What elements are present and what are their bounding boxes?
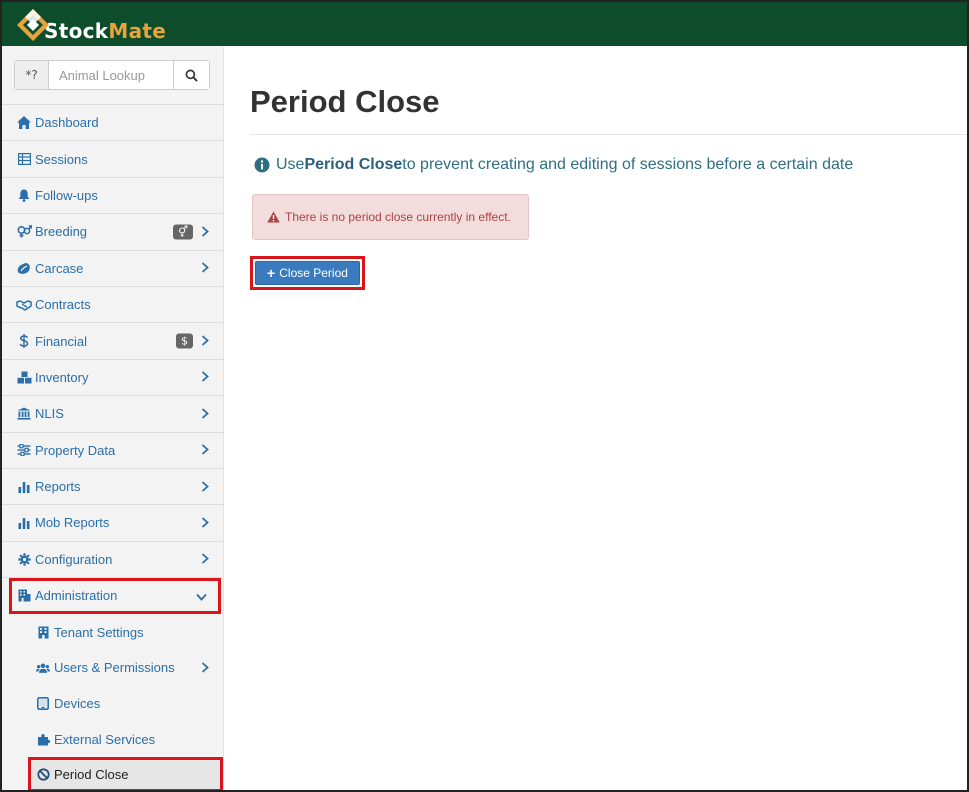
sidebar-item-label: Dashboard: [35, 115, 99, 131]
info-icon: [254, 157, 270, 173]
chevron-right-icon: [201, 660, 209, 676]
home-icon: [16, 116, 32, 130]
sidebar-item-external-services[interactable]: External Services: [2, 721, 223, 757]
bar-chart-icon: [16, 480, 32, 494]
animal-lookup-input[interactable]: [49, 61, 173, 89]
sidebar-item-financial[interactable]: Financial $: [2, 323, 223, 360]
sub-item-label: Period Close: [54, 767, 129, 783]
sidebar-item-label: Configuration: [35, 551, 113, 567]
chevron-right-icon: [201, 333, 209, 349]
sidebar-item-label: Follow-ups: [35, 187, 98, 203]
sidebar-item-label: Property Data: [35, 442, 116, 458]
sub-item-label: Users & Permissions: [54, 660, 175, 676]
users-icon: [36, 661, 50, 675]
financial-badge: $: [176, 333, 193, 349]
sidebar-item-devices[interactable]: Devices: [2, 686, 223, 722]
close-period-button[interactable]: + Close Period: [255, 261, 360, 285]
chevron-right-icon: [201, 224, 209, 240]
breeding-badge: ⚥: [173, 224, 193, 240]
sidebar-item-follow-ups[interactable]: Follow-ups: [2, 178, 223, 215]
page-title: Period Close: [250, 84, 440, 119]
animal-lookup: *?: [14, 60, 210, 90]
top-bar: StockMate: [2, 2, 967, 46]
logo-text: StockMate: [44, 19, 167, 43]
sidebar-item-users-permissions[interactable]: Users & Permissions: [2, 650, 223, 686]
carcase-icon: [16, 261, 32, 275]
bank-icon: [16, 407, 32, 421]
sidebar-item-label: Mob Reports: [35, 515, 110, 531]
close-period-highlight: + Close Period: [250, 256, 365, 290]
sidebar-item-label: Contracts: [35, 297, 91, 313]
sidebar-item-carcase[interactable]: Carcase: [2, 251, 223, 287]
sidebar-item-dashboard[interactable]: Dashboard: [2, 105, 223, 142]
info-bold: Period Close: [304, 156, 403, 173]
tablet-icon: [36, 696, 50, 710]
handshake-icon: [16, 298, 32, 312]
boxes-icon: [16, 370, 32, 384]
sidebar-item-property-data[interactable]: Property Data: [2, 433, 223, 469]
dollar-icon: [16, 334, 32, 349]
gear-icon: [16, 552, 32, 566]
chevron-right-icon: [201, 515, 209, 531]
sidebar-item-period-close[interactable]: Period Close: [28, 756, 223, 790]
sidebar-item-configuration[interactable]: Configuration: [2, 542, 223, 579]
building-icon: [16, 589, 32, 603]
sub-item-label: Tenant Settings: [54, 624, 144, 640]
logo-mark-icon: [17, 9, 49, 41]
sidebar-item-label: Reports: [35, 479, 81, 495]
sidebar-item-label: Sessions: [35, 151, 88, 167]
info-suffix: to prevent creating and editing of sessi…: [402, 156, 854, 173]
chevron-right-icon: [201, 551, 209, 567]
chevron-right-icon: [201, 260, 209, 276]
plus-icon: +: [267, 265, 276, 281]
sidebar-item-breeding[interactable]: Breeding ⚥: [2, 214, 223, 251]
sidebar-item-inventory[interactable]: Inventory: [2, 360, 223, 397]
chevron-right-icon: [201, 442, 209, 458]
search-button[interactable]: [173, 61, 209, 89]
info-prefix: Use: [276, 156, 305, 173]
sidebar-item-label: Carcase: [35, 260, 84, 276]
sidebar-item-reports[interactable]: Reports: [2, 469, 223, 506]
breeding-icon: [16, 225, 32, 239]
sidebar-item-nlis[interactable]: NLIS: [2, 396, 223, 433]
sidebar-item-sessions[interactable]: Sessions: [2, 141, 223, 178]
title-divider: [250, 134, 967, 135]
logo[interactable]: StockMate: [16, 4, 166, 46]
alert-text: There is no period close currently in ef…: [285, 210, 511, 224]
bell-icon: [16, 188, 32, 202]
close-period-label: Close Period: [279, 266, 348, 280]
administration-submenu: Tenant Settings Users & Permissions Devi…: [2, 614, 223, 790]
wildcard-toggle[interactable]: *?: [15, 61, 49, 89]
ban-icon: [36, 768, 50, 782]
info-message: Use Period Close to prevent creating and…: [254, 156, 853, 174]
sidebar-item-mob-reports[interactable]: Mob Reports: [2, 505, 223, 542]
sidebar-item-tenant-settings[interactable]: Tenant Settings: [2, 614, 223, 650]
no-period-close-alert: There is no period close currently in ef…: [252, 194, 529, 240]
search-icon: [185, 69, 198, 82]
sidebar: *? Dashboard Sessions Follow-ups Breedin…: [2, 46, 224, 790]
sidebar-item-label: Inventory: [35, 369, 89, 385]
chevron-right-icon: [201, 479, 209, 495]
sub-item-label: External Services: [54, 731, 156, 747]
sliders-icon: [16, 443, 32, 457]
building-icon: [36, 625, 50, 639]
app-window: StockMate *? Dashboard Sessions Follow-u…: [0, 0, 969, 792]
warning-icon: [267, 211, 280, 223]
sidebar-item-administration[interactable]: Administration: [9, 578, 221, 615]
sidebar-item-label: NLIS: [35, 406, 64, 422]
chevron-right-icon: [201, 369, 209, 385]
sidebar-item-contracts[interactable]: Contracts: [2, 287, 223, 324]
puzzle-icon: [36, 732, 50, 746]
chevron-down-icon: [196, 588, 207, 604]
sidebar-item-label: Administration: [35, 588, 118, 604]
sidebar-item-label: Breeding: [35, 224, 88, 240]
chevron-right-icon: [201, 406, 209, 422]
main-nav: Dashboard Sessions Follow-ups Breeding ⚥…: [2, 104, 223, 790]
table-icon: [16, 152, 32, 166]
bar-chart-icon: [16, 516, 32, 530]
sidebar-item-label: Financial: [35, 333, 88, 349]
sub-item-label: Devices: [54, 695, 101, 711]
